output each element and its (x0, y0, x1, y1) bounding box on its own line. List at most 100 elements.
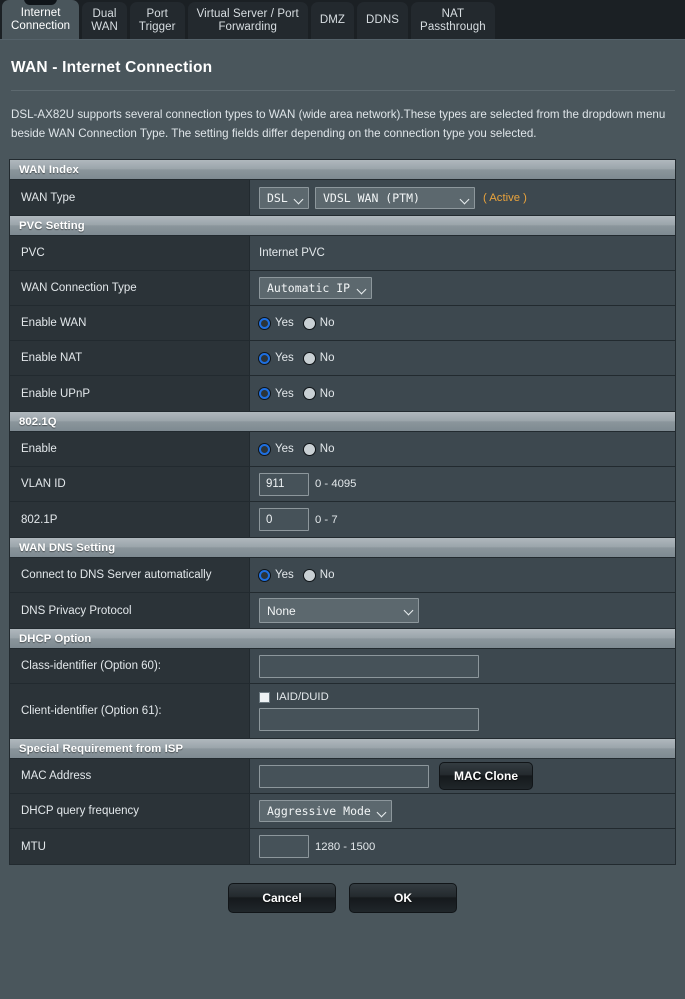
iaid-duid-checkbox-row[interactable]: IAID/DUID (259, 691, 329, 703)
row-dns-privacy-protocol: DNS Privacy Protocol None (10, 593, 675, 628)
radio-label: No (319, 387, 335, 400)
radio-unselected-icon (303, 352, 315, 364)
radio-unselected-icon (303, 569, 315, 581)
row-auto-dns: Connect to DNS Server automatically Yes … (10, 558, 675, 593)
section-special-requirement-isp: Special Requirement from ISP MAC Address… (9, 738, 676, 865)
section-pvc-setting: PVC Setting PVC Internet PVC WAN Connect… (9, 215, 676, 411)
section-dot1q: 802.1Q Enable Yes No VLAN ID 911 0 - 409… (9, 411, 676, 537)
enable-wan-yes-radio[interactable]: Yes (259, 317, 294, 329)
wan-interface-select[interactable]: VDSL WAN (PTM) (315, 186, 475, 209)
dot1q-enable-radio-group: Yes No (259, 443, 334, 455)
section-header: 802.1Q (10, 412, 675, 432)
row-value: None (250, 593, 675, 628)
mtu-range-hint: 1280 - 1500 (315, 840, 376, 853)
tab-label: NAT Passthrough (420, 7, 486, 33)
tab-label: DMZ (319, 14, 346, 26)
ok-button[interactable]: OK (349, 883, 457, 913)
row-value: Internet PVC (250, 236, 675, 270)
radio-selected-icon (259, 569, 270, 581)
dhcp-query-frequency-select[interactable]: Aggressive Mode (259, 800, 392, 822)
dot1p-range-hint: 0 - 7 (315, 513, 338, 526)
enable-wan-no-radio[interactable]: No (303, 317, 334, 329)
enable-nat-yes-radio[interactable]: Yes (259, 352, 294, 364)
row-label: DNS Privacy Protocol (10, 593, 250, 628)
page-title: WAN - Internet Connection (11, 59, 213, 76)
row-value: Yes No (250, 306, 675, 340)
dns-privacy-protocol-select[interactable]: None (259, 598, 419, 623)
mac-address-input[interactable] (259, 764, 429, 788)
row-enable-nat: Enable NAT Yes No (10, 341, 675, 376)
enable-upnp-radio-group: Yes No (259, 388, 334, 400)
tab-nat-passthrough[interactable]: NAT Passthrough (411, 2, 495, 39)
auto-dns-radio-group: Yes No (259, 569, 334, 581)
tab-label: Virtual Server / Port Forwarding (196, 7, 299, 33)
dot1q-enable-yes-radio[interactable]: Yes (259, 443, 294, 455)
row-value: Automatic IP (250, 271, 675, 305)
tab-label: DDNS (366, 14, 400, 26)
row-value: Aggressive Mode (250, 794, 675, 828)
content-panel: WAN - Internet Connection DSL-AX82U supp… (0, 39, 685, 999)
row-value: Yes No (250, 558, 675, 592)
row-value (250, 649, 675, 683)
enable-nat-radio-group: Yes No (259, 352, 334, 364)
page-description: DSL-AX82U supports several connection ty… (11, 108, 666, 140)
enable-upnp-yes-radio[interactable]: Yes (259, 388, 294, 400)
radio-unselected-icon (303, 388, 315, 399)
section-dhcp-option: DHCP Option Class-identifier (Option 60)… (9, 628, 676, 738)
mac-clone-button[interactable]: MAC Clone (439, 762, 533, 790)
row-label: MTU (10, 829, 250, 864)
class-identifier-input[interactable] (259, 654, 479, 678)
tab-port-trigger[interactable]: Port Trigger (129, 2, 185, 39)
vlan-id-range-hint: 0 - 4095 (315, 478, 357, 490)
radio-selected-icon (259, 388, 270, 399)
dhcp-query-frequency-select-wrap: Aggressive Mode (259, 800, 392, 822)
router-admin-page: Internet Connection Dual WAN Port Trigge… (0, 0, 685, 999)
row-enable-upnp: Enable UPnP Yes No (10, 376, 675, 411)
mtu-input[interactable] (259, 835, 309, 858)
row-label: WAN Type (10, 180, 250, 215)
enable-nat-no-radio[interactable]: No (303, 352, 334, 364)
row-label: PVC (10, 236, 250, 270)
tab-internet-connection[interactable]: Internet Connection (2, 0, 80, 39)
dot1p-input[interactable] (259, 508, 309, 531)
row-value: 0 - 7 (250, 502, 675, 537)
row-value: Yes No (250, 376, 675, 411)
main-tab-bar: Internet Connection Dual WAN Port Trigge… (0, 0, 685, 39)
wan-connection-type-select-wrap: Automatic IP (259, 277, 372, 299)
row-dhcp-query-frequency: DHCP query frequency Aggressive Mode (10, 794, 675, 829)
row-class-identifier: Class-identifier (Option 60): (10, 649, 675, 684)
auto-dns-yes-radio[interactable]: Yes (259, 569, 294, 581)
tab-virtual-server-port-forwarding[interactable]: Virtual Server / Port Forwarding (187, 2, 308, 39)
section-wan-dns-setting: WAN DNS Setting Connect to DNS Server au… (9, 537, 676, 628)
row-vlan-id: VLAN ID 0 - 4095 (10, 467, 675, 502)
row-value: DSL VDSL WAN (PTM) ( Active ) (250, 180, 675, 215)
row-label: WAN Connection Type (10, 271, 250, 305)
section-wan-index: WAN Index WAN Type DSL VDSL WAN (PTM) ( … (9, 159, 676, 215)
row-dot1p: 802.1P 0 - 7 (10, 502, 675, 537)
row-wan-connection-type: WAN Connection Type Automatic IP (10, 271, 675, 306)
tab-label: Dual WAN (91, 7, 118, 33)
dot1q-enable-no-radio[interactable]: No (303, 443, 334, 455)
client-identifier-input[interactable] (259, 708, 479, 731)
vlan-id-input[interactable] (259, 472, 309, 496)
row-value: 0 - 4095 (250, 467, 675, 501)
section-header: DHCP Option (10, 629, 675, 649)
section-header: Special Requirement from ISP (10, 739, 675, 759)
wan-type-select-wrap: DSL (259, 186, 309, 209)
auto-dns-no-radio[interactable]: No (303, 569, 334, 581)
radio-unselected-icon (303, 443, 315, 455)
wan-type-select[interactable]: DSL (259, 186, 309, 209)
row-label: Enable NAT (10, 341, 250, 375)
wan-connection-type-select[interactable]: Automatic IP (259, 277, 372, 299)
row-value: MAC Clone (250, 759, 675, 793)
wan-interface-select-wrap: VDSL WAN (PTM) (315, 186, 475, 209)
tab-dmz[interactable]: DMZ (310, 2, 355, 39)
enable-upnp-no-radio[interactable]: No (303, 387, 335, 400)
cancel-button[interactable]: Cancel (228, 883, 336, 913)
row-label: Connect to DNS Server automatically (10, 558, 250, 592)
tab-ddns[interactable]: DDNS (357, 2, 409, 39)
radio-label: Yes (275, 443, 294, 455)
tab-dual-wan[interactable]: Dual WAN (82, 2, 127, 39)
row-enable-wan: Enable WAN Yes No (10, 306, 675, 341)
section-header: WAN Index (10, 160, 675, 180)
